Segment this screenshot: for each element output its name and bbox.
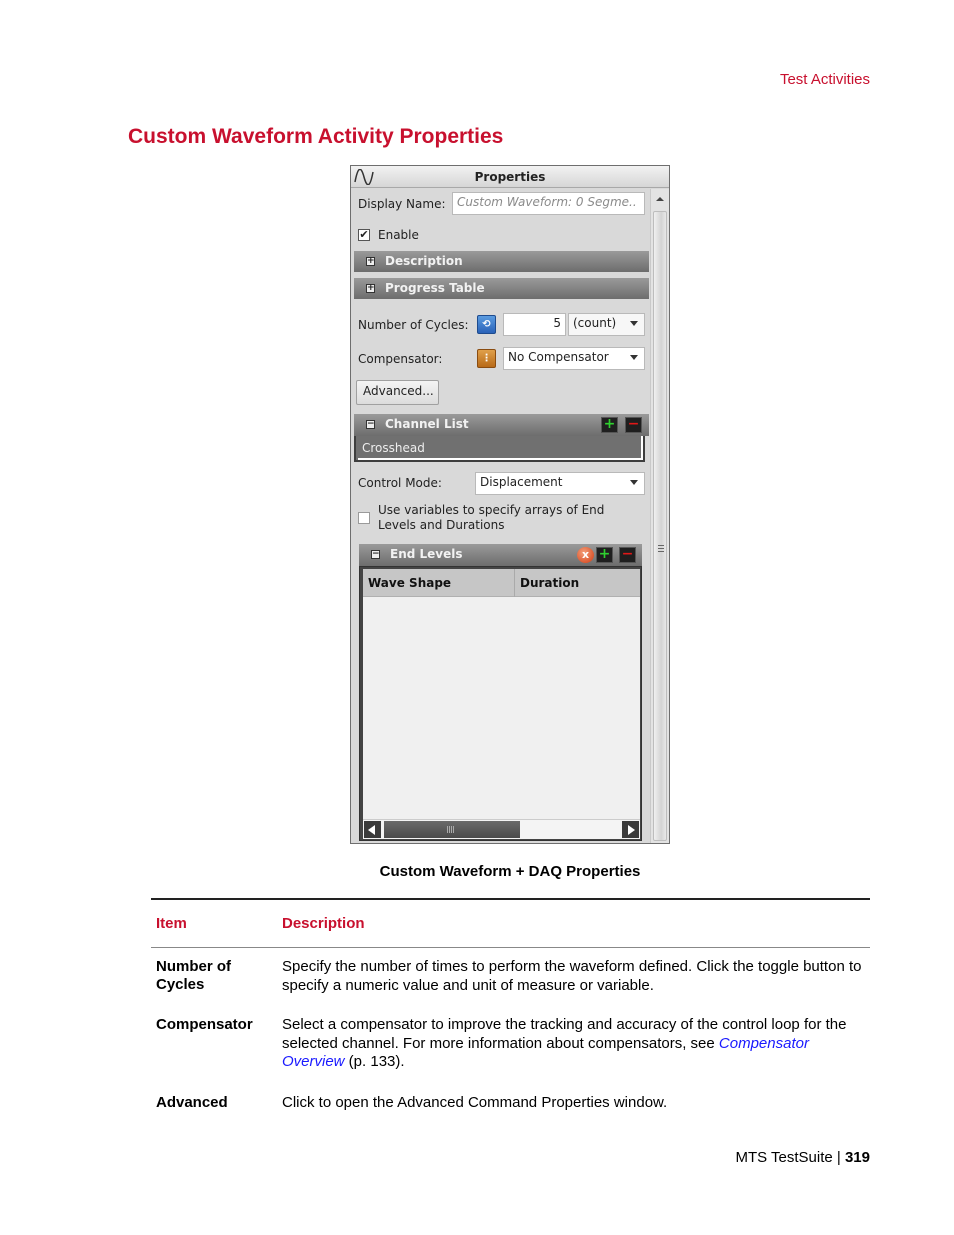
progress-table-group-header[interactable]: + Progress Table xyxy=(354,278,649,299)
add-channel-button[interactable]: + xyxy=(601,417,618,433)
description-group-label: Description xyxy=(385,254,463,268)
footer-product: MTS TestSuite | xyxy=(735,1149,845,1166)
end-levels-grid: Wave Shape Duration xyxy=(363,569,640,839)
column-header-item: Item xyxy=(156,915,187,932)
use-variables-checkbox[interactable] xyxy=(358,512,370,524)
panel-title: Properties xyxy=(474,170,546,184)
use-variables-label: Use variables to specify arrays of End L… xyxy=(378,503,605,532)
toggle-variable-icon[interactable]: ⟲ xyxy=(477,315,496,334)
description-table: Item Description Number of Cycles Specif… xyxy=(151,898,870,1118)
enable-label: Enable xyxy=(378,228,419,242)
section-title: Custom Waveform Activity Properties xyxy=(128,125,504,148)
control-mode-value: Displacement xyxy=(480,475,563,489)
channel-list-item[interactable]: Crosshead xyxy=(362,441,425,455)
compensator-value: No Compensator xyxy=(508,350,609,364)
channel-list-header[interactable]: − Channel List + − xyxy=(354,414,649,436)
table-row: Number of Cycles Specify the number of t… xyxy=(151,958,870,1015)
table-row: Compensator Select a compensator to impr… xyxy=(151,1016,870,1094)
column-header-description: Description xyxy=(282,915,365,932)
table-cell-description: Select a compensator to improve the trac… xyxy=(282,1016,870,1072)
progress-table-group-label: Progress Table xyxy=(385,281,485,295)
compensator-label: Compensator: xyxy=(358,352,443,366)
cycles-unit-dropdown[interactable]: (count) xyxy=(568,313,645,336)
enable-checkbox[interactable]: ✔ xyxy=(358,229,370,241)
end-levels-header[interactable]: − End Levels x + − xyxy=(359,544,642,566)
table-header-row: Item Description xyxy=(151,900,870,947)
scroll-thumb[interactable] xyxy=(384,821,520,838)
end-levels-label: End Levels xyxy=(390,547,463,561)
running-header: Test Activities xyxy=(779,71,870,88)
table-cell-description: Specify the number of times to perform t… xyxy=(282,958,862,994)
description-group-header[interactable]: + Description xyxy=(354,251,649,272)
display-name-input[interactable]: Custom Waveform: 0 Segme.. xyxy=(452,192,645,215)
chevron-down-icon xyxy=(630,480,638,485)
chevron-down-icon xyxy=(630,355,638,360)
remove-channel-button[interactable]: − xyxy=(625,417,642,433)
table-cell-item: Number of Cycles xyxy=(156,958,231,993)
column-header-wave-shape[interactable]: Wave Shape xyxy=(368,576,451,590)
table-cell-item: Advanced xyxy=(156,1094,228,1111)
control-mode-dropdown[interactable]: Displacement xyxy=(475,472,645,495)
expand-icon[interactable]: + xyxy=(366,284,375,293)
panel-title-bar: Properties xyxy=(351,166,669,188)
page-footer: MTS TestSuite | 319 xyxy=(735,1149,870,1166)
horizontal-scrollbar[interactable] xyxy=(363,819,640,839)
number-of-cycles-label: Number of Cycles: xyxy=(358,318,469,332)
table-header-rule xyxy=(151,947,870,948)
display-name-label: Display Name: xyxy=(358,197,446,211)
advanced-button[interactable]: Advanced... xyxy=(356,380,439,405)
collapse-icon[interactable]: − xyxy=(371,550,380,559)
collapse-icon[interactable]: − xyxy=(366,420,375,429)
add-end-level-button[interactable]: + xyxy=(596,547,613,563)
control-mode-label: Control Mode: xyxy=(358,476,442,490)
variable-icon[interactable]: ⋮ xyxy=(477,349,496,368)
properties-panel: Properties Display Name: Custom Waveform… xyxy=(350,165,670,844)
scroll-up-arrow-icon[interactable] xyxy=(656,197,664,201)
table-cell-description: Click to open the Advanced Command Prope… xyxy=(282,1094,668,1111)
grid-header: Wave Shape Duration xyxy=(363,569,640,597)
page-number: 319 xyxy=(844,1149,870,1166)
chevron-down-icon xyxy=(630,321,638,326)
figure-caption: Custom Waveform + DAQ Properties xyxy=(379,863,641,880)
vertical-scrollbar[interactable] xyxy=(650,189,669,843)
scroll-right-arrow-icon[interactable] xyxy=(622,821,639,838)
remove-end-level-button[interactable]: − xyxy=(619,547,636,563)
scroll-thumb[interactable] xyxy=(653,211,667,841)
page-reference: (p. 133). xyxy=(344,1053,405,1070)
scroll-left-arrow-icon[interactable] xyxy=(364,821,381,838)
number-of-cycles-input[interactable]: 5 xyxy=(503,313,566,336)
compensator-dropdown[interactable]: No Compensator xyxy=(503,347,645,370)
channel-list: Crosshead xyxy=(354,436,645,462)
channel-list-label: Channel List xyxy=(385,417,469,431)
grip-icon xyxy=(447,826,455,833)
end-levels-grid-frame: Wave Shape Duration xyxy=(359,566,642,841)
grip-icon xyxy=(658,545,664,552)
table-cell-item: Compensator xyxy=(156,1016,253,1033)
cycles-unit-value: (count) xyxy=(573,316,617,330)
column-header-duration[interactable]: Duration xyxy=(520,576,579,590)
clear-button[interactable]: x xyxy=(577,547,594,563)
expand-icon[interactable]: + xyxy=(366,257,375,266)
table-row: Advanced Click to open the Advanced Comm… xyxy=(151,1094,870,1118)
